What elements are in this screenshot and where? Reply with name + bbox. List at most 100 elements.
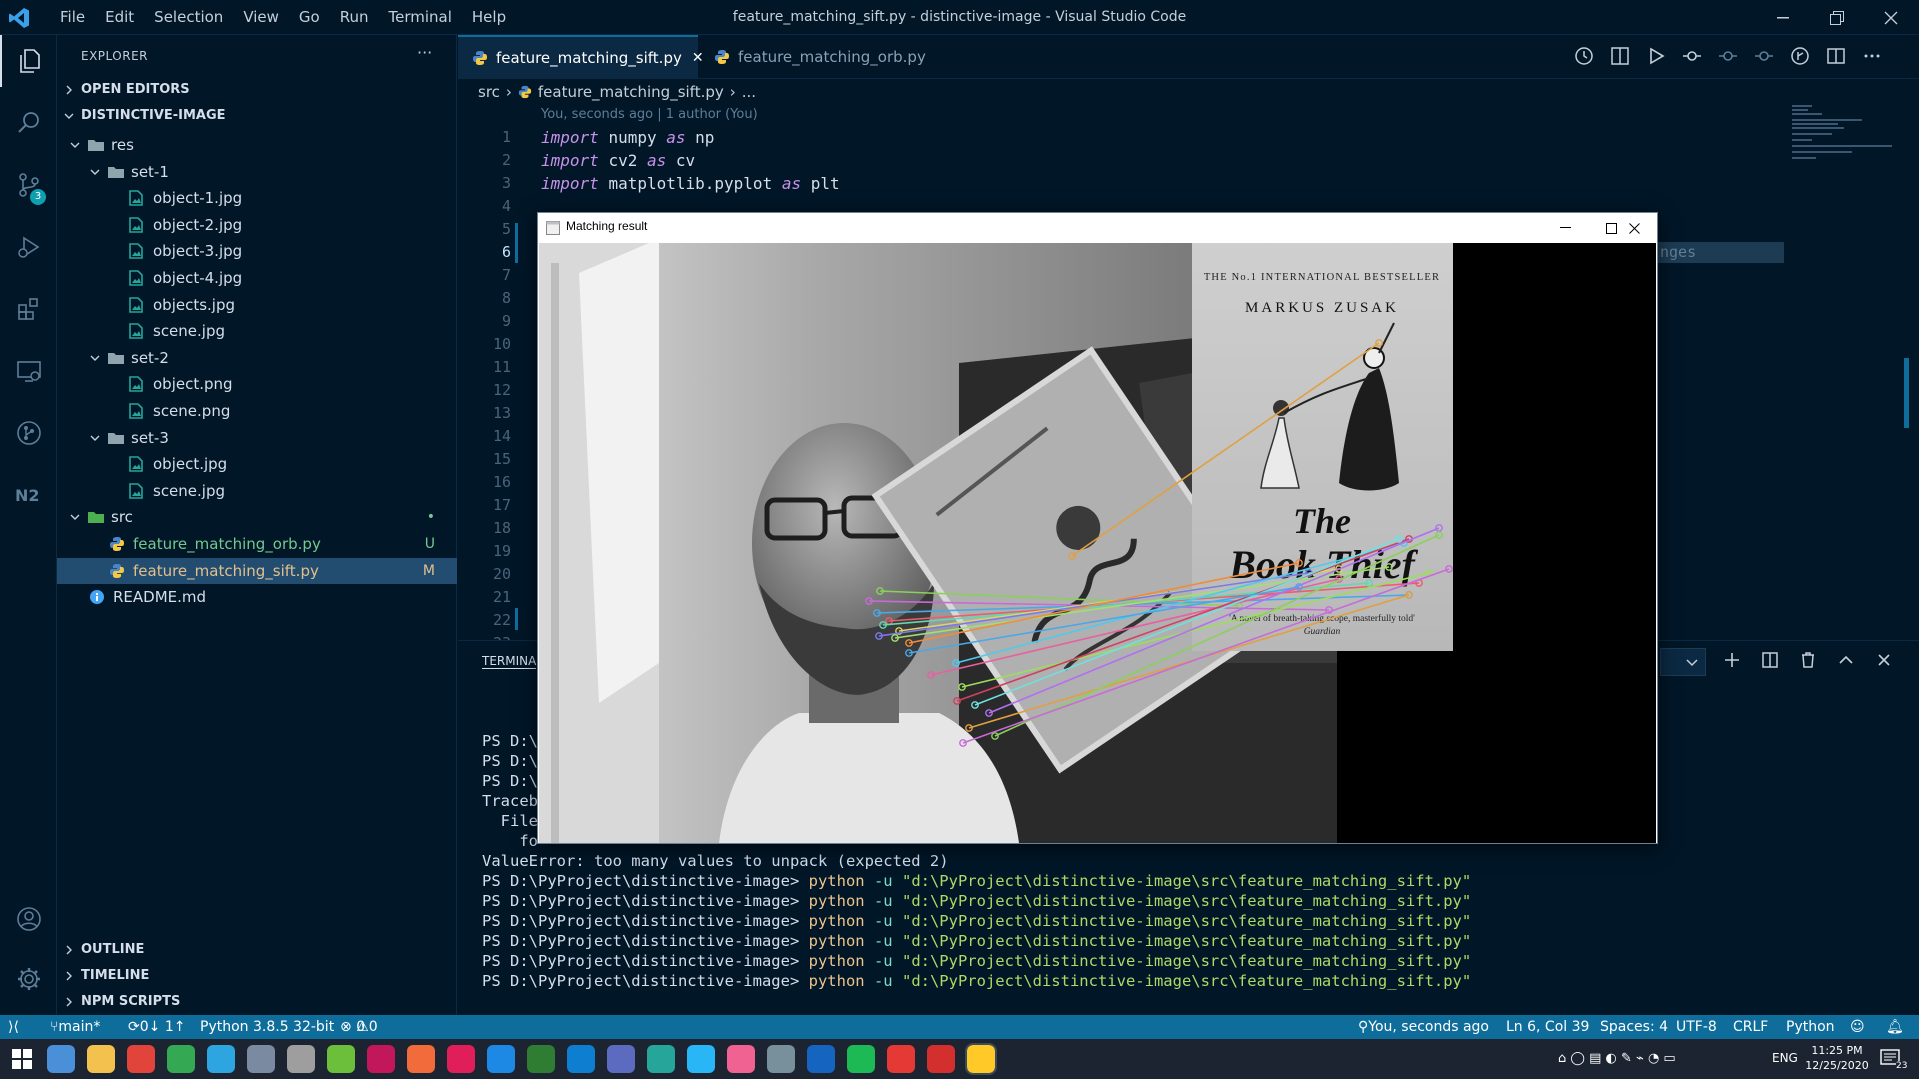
tree-item[interactable]: object-4.jpg — [57, 265, 457, 291]
trash-icon[interactable] — [1798, 650, 1818, 670]
feedback-icon[interactable]: ☺ — [1850, 1015, 1865, 1039]
git-blame-status[interactable]: ⚲ You, seconds ago — [1358, 1015, 1489, 1039]
matching-result-window[interactable]: Matching result THE No.1 INTERNATIONAL B… — [537, 212, 1658, 844]
language-mode[interactable]: Python — [1786, 1015, 1835, 1039]
tree-item[interactable]: object.png — [57, 371, 457, 397]
postman-icon[interactable] — [407, 1045, 435, 1073]
code-line-3[interactable]: import matplotlib.pyplot as plt — [541, 174, 840, 193]
close-button[interactable] — [1611, 213, 1657, 243]
clock[interactable]: 11:25 PM 12/25/2020 — [1802, 1043, 1872, 1073]
tree-item[interactable]: object.jpg — [57, 451, 457, 477]
tree-item[interactable]: objects.jpg — [57, 292, 457, 318]
extensions-icon[interactable] — [0, 283, 57, 335]
menu-view[interactable]: View — [233, 0, 289, 35]
tab-feature-matching-orb[interactable]: feature_matching_orb.py — [700, 35, 928, 79]
tab-feature-matching-sift[interactable]: feature_matching_sift.py ✕ — [458, 35, 704, 79]
tree-item[interactable]: feature_matching_orb.py U — [57, 531, 457, 557]
tree-item[interactable]: set-1 — [57, 159, 457, 185]
task-view-icon[interactable] — [47, 1045, 75, 1073]
tree-item[interactable]: object-2.jpg — [57, 212, 457, 238]
system-tray-icons[interactable]: ⌂ ◯ ▤ ◐ ✎ ⌁ ◔ ▭ — [1558, 1051, 1676, 1066]
split-editor-icon[interactable] — [1825, 45, 1847, 67]
breadcrumb-more[interactable]: ... — [742, 83, 756, 101]
workspace-section[interactable]: DISTINCTIVE-IMAGE — [57, 105, 457, 127]
tree-item[interactable]: res — [57, 132, 457, 158]
tree-item[interactable]: scene.jpg — [57, 478, 457, 504]
spotify-icon[interactable] — [847, 1045, 875, 1073]
split-terminal-icon[interactable] — [1760, 650, 1780, 670]
restore-button[interactable] — [1810, 0, 1864, 35]
tree-item[interactable]: object-1.jpg — [57, 185, 457, 211]
tree-item[interactable]: set-2 — [57, 345, 457, 371]
outline-section[interactable]: OUTLINE — [57, 939, 457, 961]
acrobat-icon[interactable] — [887, 1045, 915, 1073]
python-interpreter[interactable]: Python 3.8.5 32-bit — [200, 1015, 334, 1039]
code-line-2[interactable]: import cv2 as cv — [541, 151, 695, 170]
chrome-alt-icon[interactable] — [167, 1045, 195, 1073]
encoding[interactable]: UTF-8 — [1676, 1015, 1717, 1039]
end-of-line[interactable]: CRLF — [1733, 1015, 1768, 1039]
cursor-position[interactable]: Ln 6, Col 39 — [1506, 1015, 1589, 1039]
search-icon[interactable] — [0, 97, 57, 149]
app-icon[interactable] — [487, 1045, 515, 1073]
utorrent-icon[interactable] — [327, 1045, 355, 1073]
timeline-section[interactable]: TIMELINE — [57, 965, 457, 987]
chrome-icon[interactable] — [127, 1045, 155, 1073]
run-debug-icon[interactable] — [0, 221, 57, 273]
remote-icon[interactable]: ⟩⟨ — [8, 1015, 19, 1039]
close-panel-icon[interactable] — [1874, 650, 1894, 670]
app-icon[interactable] — [287, 1045, 315, 1073]
menu-edit[interactable]: Edit — [95, 0, 144, 35]
indentation[interactable]: Spaces: 4 — [1600, 1015, 1668, 1039]
notifications-bell-icon[interactable]: 🔔︎ — [1886, 1015, 1904, 1039]
compare-changes-icon[interactable] — [1609, 45, 1631, 67]
menu-help[interactable]: Help — [462, 0, 516, 35]
open-editors-section[interactable]: OPEN EDITORS — [57, 79, 457, 101]
tree-item[interactable]: feature_matching_sift.py M — [57, 557, 457, 584]
app-icon[interactable] — [807, 1045, 835, 1073]
menu-run[interactable]: Run — [330, 0, 379, 35]
app-icon[interactable] — [647, 1045, 675, 1073]
previous-change-icon[interactable] — [1717, 45, 1739, 67]
account-icon[interactable] — [0, 893, 57, 945]
scrollbar-thumb[interactable] — [1904, 358, 1909, 428]
minimize-button[interactable] — [1542, 213, 1588, 243]
git-graph-icon[interactable] — [0, 407, 57, 459]
minimize-button[interactable] — [1756, 0, 1810, 35]
windows-start-icon[interactable] — [12, 1049, 32, 1069]
python-icon[interactable] — [965, 1043, 997, 1075]
next-change-icon[interactable] — [1753, 45, 1775, 67]
tree-item[interactable]: src • — [57, 504, 457, 530]
settings-gear-icon[interactable] — [0, 953, 57, 1005]
menu-selection[interactable]: Selection — [144, 0, 233, 35]
problems-status[interactable]: ⊗ 0 ⚠ 0 — [340, 1015, 378, 1039]
app-icon[interactable] — [247, 1045, 275, 1073]
tree-item[interactable]: README.md — [57, 584, 457, 610]
tree-item[interactable]: scene.png — [57, 398, 457, 424]
app-icon[interactable] — [767, 1045, 795, 1073]
more-actions-icon[interactable]: ··· — [417, 43, 432, 62]
run-file-icon[interactable] — [1645, 45, 1667, 67]
tree-item[interactable]: scene.jpg — [57, 318, 457, 344]
remote-explorer-icon[interactable] — [0, 345, 57, 397]
slack-icon[interactable] — [447, 1045, 475, 1073]
itunes-icon[interactable] — [727, 1045, 755, 1073]
gitlens-icon[interactable] — [1789, 45, 1811, 67]
app-icon[interactable] — [927, 1045, 955, 1073]
vscode-icon[interactable] — [567, 1045, 595, 1073]
git-commit-icon[interactable] — [1681, 45, 1703, 67]
menu-go[interactable]: Go — [289, 0, 330, 35]
file-explorer-icon[interactable] — [87, 1045, 115, 1073]
tree-item[interactable]: object-3.jpg — [57, 238, 457, 264]
tab-terminal[interactable]: TERMINA — [482, 654, 537, 669]
close-button[interactable] — [1864, 0, 1918, 35]
explorer-icon[interactable] — [0, 35, 57, 87]
code-line-1[interactable]: import numpy as np — [541, 128, 714, 147]
npm-scripts-section[interactable]: NPM SCRIPTS — [57, 991, 457, 1013]
n2-icon[interactable]: N2 — [0, 469, 57, 521]
source-control-icon[interactable]: 3 — [0, 159, 57, 211]
history-icon[interactable] — [1573, 45, 1595, 67]
jetbrains-icon[interactable] — [367, 1045, 395, 1073]
breadcrumb-folder[interactable]: src — [478, 83, 500, 101]
new-terminal-icon[interactable] — [1722, 650, 1742, 670]
